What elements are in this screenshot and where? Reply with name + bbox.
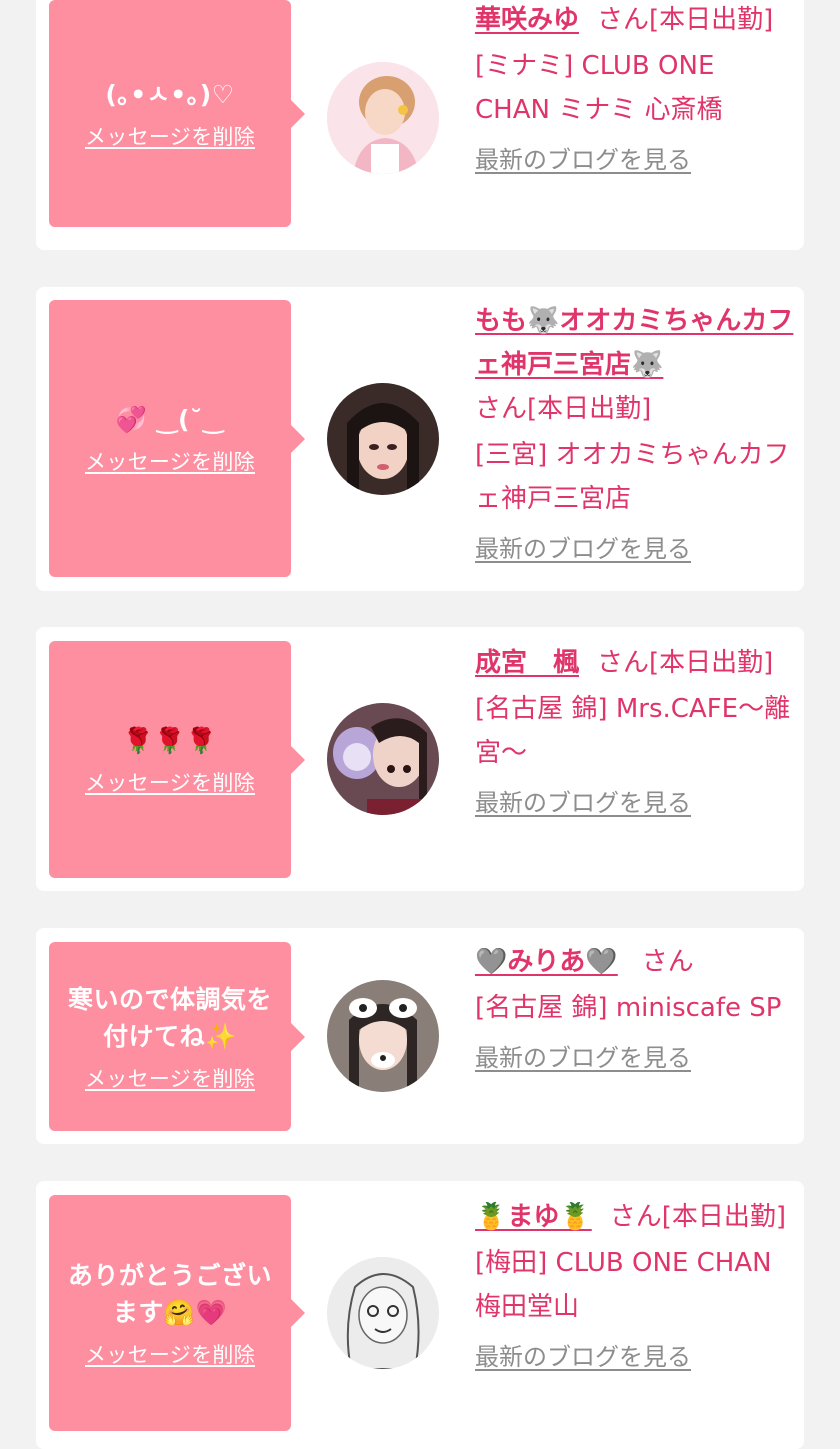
message-bubble: ありがとうございます🤗💗 メッセージを削除 [49,1195,305,1431]
message-text: 🌹🌹🌹 [122,726,218,755]
cast-info: 🍍まゆ🍍 さん[本日出勤] [梅田] CLUB ONE CHAN 梅田堂山 最新の… [475,1195,797,1375]
message-card: ありがとうございます🤗💗 メッセージを削除 🍍まゆ🍍 さん[本日出勤] [梅田] … [36,1181,804,1449]
message-text: 寒いので体調気を付けてね✨ [67,984,272,1051]
avatar-photo [327,383,439,495]
message-text: (｡•ㅅ•｡)♡ [105,80,235,109]
cast-status: さん[本日出勤] [609,1202,787,1232]
delete-message-link[interactable]: メッセージを削除 [85,1339,255,1369]
avatar[interactable] [327,1257,439,1369]
message-bubble: 💞 ‿(˘‿ メッセージを削除 [49,300,305,577]
avatar[interactable] [327,62,439,174]
message-bubble: 🌹🌹🌹 メッセージを削除 [49,641,305,878]
shop-name: [ミナミ] CLUB ONE CHAN ミナミ 心斎橋 [475,51,723,125]
shop-name: [名古屋 錦] miniscafe SP [475,993,782,1023]
shop-name: [梅田] CLUB ONE CHAN 梅田堂山 [475,1248,772,1322]
cast-name-link[interactable]: もも🐺オオカミちゃんカフェ神戸三宮店🐺 [475,306,793,380]
cast-status: さん[本日出勤] [597,648,774,678]
message-bubble: 寒いので体調気を付けてね✨ メッセージを削除 [49,942,305,1131]
cast-status: さん[本日出勤] [475,394,652,424]
latest-blog-link[interactable]: 最新のブログを見る [475,785,797,821]
cast-info: 🩶みりあ🩶 さん [名古屋 錦] miniscafe SP 最新のブログを見る [475,940,797,1076]
shop-name: [名古屋 錦] Mrs.CAFE〜離宮〜 [475,694,791,768]
message-text: ありがとうございます🤗💗 [67,1261,272,1327]
cast-info: もも🐺オオカミちゃんカフェ神戸三宮店🐺 さん[本日出勤] [三宮] オオカミちゃ… [475,299,797,567]
latest-blog-link[interactable]: 最新のブログを見る [475,531,797,567]
message-card: 🌹🌹🌹 メッセージを削除 成宮 楓さん[本日出勤] [名古屋 錦] Mrs.CA… [36,627,804,891]
latest-blog-link[interactable]: 最新のブログを見る [475,1040,797,1076]
message-card: (｡•ㅅ•｡)♡ メッセージを削除 華咲みゆ さん[本日出勤] [ミナミ] CLU… [36,0,804,250]
cast-status: さん [641,947,694,977]
delete-message-link[interactable]: メッセージを削除 [85,446,255,476]
message-bubble: (｡•ㅅ•｡)♡ メッセージを削除 [49,0,305,227]
latest-blog-link[interactable]: 最新のブログを見る [475,142,797,178]
avatar[interactable] [327,383,439,495]
avatar-photo [327,980,439,1092]
cast-name-link[interactable]: 成宮 楓 [475,648,579,678]
message-card: 寒いので体調気を付けてね✨ メッセージを削除 🩶みりあ🩶 さん [名古屋 錦] m… [36,928,804,1144]
delete-message-link[interactable]: メッセージを削除 [85,767,255,797]
delete-message-link[interactable]: メッセージを削除 [85,1063,255,1093]
cast-status: さん[本日出勤] [597,5,774,35]
cast-name-link[interactable]: 華咲みゆ [475,5,579,35]
avatar[interactable] [327,980,439,1092]
shop-name: [三宮] オオカミちゃんカフェ神戸三宮店 [475,440,790,514]
delete-message-link[interactable]: メッセージを削除 [85,121,255,151]
avatar-photo [327,1257,439,1369]
cast-info: 華咲みゆ さん[本日出勤] [ミナミ] CLUB ONE CHAN ミナミ 心斎橋… [475,0,797,178]
cast-name-link[interactable]: 🩶みりあ🩶 [475,947,618,977]
latest-blog-link[interactable]: 最新のブログを見る [475,1339,797,1375]
cast-info: 成宮 楓さん[本日出勤] [名古屋 錦] Mrs.CAFE〜離宮〜 最新のブログ… [475,641,797,821]
cast-name-link[interactable]: 🍍まゆ🍍 [475,1202,592,1232]
avatar-photo [327,703,439,815]
avatar-photo [327,62,439,174]
message-card: 💞 ‿(˘‿ メッセージを削除 もも🐺オオカミちゃんカフェ神戸三宮店🐺 さん[本… [36,287,804,591]
avatar[interactable] [327,703,439,815]
message-text: 💞 ‿(˘‿ [115,405,225,434]
